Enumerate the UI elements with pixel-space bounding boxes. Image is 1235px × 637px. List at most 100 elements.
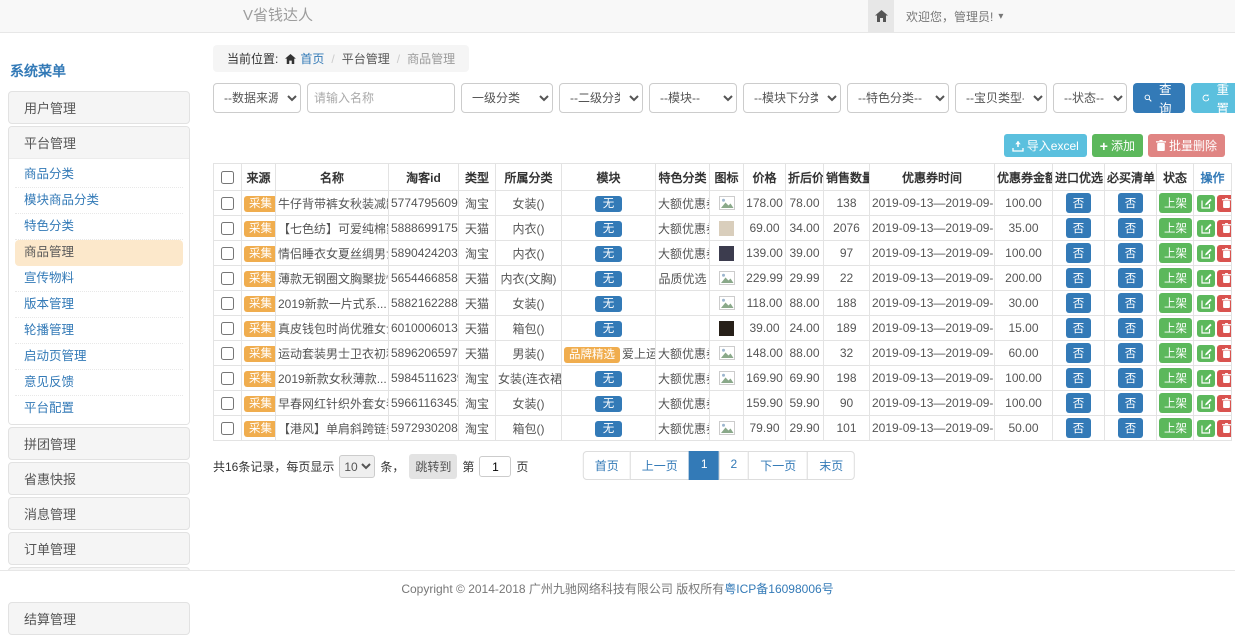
sidebar-panel[interactable]: 省惠快报: [9, 463, 189, 494]
page-button[interactable]: 2: [719, 451, 750, 480]
user-menu[interactable]: 欢迎您，管理员! ▾: [906, 0, 1003, 32]
row-checkbox[interactable]: [221, 247, 234, 260]
filter-category-l1-select[interactable]: 一级分类: [461, 83, 553, 113]
reset-button[interactable]: 重置: [1191, 83, 1235, 113]
sidebar-item[interactable]: 版本管理: [15, 292, 183, 318]
sidebar-panel[interactable]: 消息管理: [9, 498, 189, 529]
sidebar-panel[interactable]: 拼团管理: [9, 428, 189, 459]
sidebar-item[interactable]: 特色分类: [15, 214, 183, 240]
filter-status-select[interactable]: --状态--: [1053, 83, 1127, 113]
delete-button[interactable]: [1217, 345, 1232, 362]
sidebar-panel[interactable]: 用户管理: [9, 92, 189, 123]
import-select-toggle[interactable]: 否: [1066, 293, 1092, 313]
must-buy-toggle[interactable]: 否: [1118, 418, 1144, 438]
must-buy-toggle[interactable]: 否: [1118, 268, 1144, 288]
status-button[interactable]: 上架: [1159, 418, 1192, 438]
sidebar-item[interactable]: 商品分类: [15, 162, 183, 188]
import-select-toggle[interactable]: 否: [1066, 193, 1092, 213]
row-checkbox[interactable]: [221, 197, 234, 210]
delete-button[interactable]: [1217, 295, 1232, 312]
filter-feature-select[interactable]: --特色分类--: [847, 83, 949, 113]
row-checkbox[interactable]: [221, 322, 234, 335]
page-button[interactable]: 末页: [807, 451, 855, 480]
icp-link[interactable]: 粤ICP备16098006号: [724, 582, 833, 596]
jump-page-input[interactable]: [479, 456, 511, 477]
must-buy-toggle[interactable]: 否: [1118, 243, 1144, 263]
breadcrumb-section[interactable]: 平台管理: [342, 50, 390, 67]
import-select-toggle[interactable]: 否: [1066, 318, 1092, 338]
delete-button[interactable]: [1217, 420, 1232, 437]
sidebar-panel[interactable]: 订单管理: [9, 533, 189, 564]
import-select-toggle[interactable]: 否: [1066, 368, 1092, 388]
edit-button[interactable]: [1197, 220, 1215, 237]
edit-button[interactable]: [1197, 420, 1215, 437]
must-buy-toggle[interactable]: 否: [1118, 293, 1144, 313]
filter-name-input[interactable]: [307, 83, 455, 113]
page-button[interactable]: 下一页: [748, 451, 808, 480]
page-button[interactable]: 首页: [583, 451, 631, 480]
row-checkbox[interactable]: [221, 422, 234, 435]
status-button[interactable]: 上架: [1159, 193, 1192, 213]
sidebar-item[interactable]: 轮播管理: [15, 318, 183, 344]
delete-button[interactable]: [1217, 395, 1232, 412]
import-excel-button[interactable]: 导入excel: [1004, 134, 1087, 157]
page-button[interactable]: 上一页: [630, 451, 690, 480]
edit-button[interactable]: [1197, 195, 1215, 212]
row-checkbox[interactable]: [221, 372, 234, 385]
delete-button[interactable]: [1217, 370, 1232, 387]
row-checkbox[interactable]: [221, 397, 234, 410]
sidebar-item[interactable]: 启动页管理: [15, 344, 183, 370]
batch-delete-button[interactable]: 批量删除: [1148, 134, 1225, 157]
status-button[interactable]: 上架: [1159, 293, 1192, 313]
sidebar-panel[interactable]: 平台管理: [9, 127, 189, 159]
import-select-toggle[interactable]: 否: [1066, 418, 1092, 438]
status-button[interactable]: 上架: [1159, 243, 1192, 263]
sidebar-item[interactable]: 宣传物料: [15, 266, 183, 292]
home-button[interactable]: [868, 0, 894, 32]
import-select-toggle[interactable]: 否: [1066, 343, 1092, 363]
filter-module-select[interactable]: --模块--: [649, 83, 737, 113]
edit-button[interactable]: [1197, 345, 1215, 362]
edit-button[interactable]: [1197, 370, 1215, 387]
filter-category-l2-select[interactable]: --二级分类--: [559, 83, 643, 113]
per-page-select[interactable]: 10: [339, 455, 375, 478]
status-button[interactable]: 上架: [1159, 368, 1192, 388]
import-select-toggle[interactable]: 否: [1066, 268, 1092, 288]
search-button[interactable]: 查询: [1133, 83, 1185, 113]
row-checkbox[interactable]: [221, 222, 234, 235]
jump-button[interactable]: 跳转到: [409, 454, 457, 479]
sidebar-item[interactable]: 平台配置: [15, 396, 183, 421]
edit-button[interactable]: [1197, 245, 1215, 262]
sidebar-item[interactable]: 商品管理: [15, 240, 183, 266]
must-buy-toggle[interactable]: 否: [1118, 318, 1144, 338]
add-button[interactable]: + 添加: [1092, 134, 1143, 157]
row-checkbox[interactable]: [221, 272, 234, 285]
import-select-toggle[interactable]: 否: [1066, 243, 1092, 263]
must-buy-toggle[interactable]: 否: [1118, 193, 1144, 213]
edit-button[interactable]: [1197, 295, 1215, 312]
delete-button[interactable]: [1217, 320, 1232, 337]
sidebar-panel[interactable]: 结算管理: [9, 603, 189, 634]
select-all-checkbox[interactable]: [221, 171, 234, 184]
import-select-toggle[interactable]: 否: [1066, 393, 1092, 413]
edit-button[interactable]: [1197, 320, 1215, 337]
status-button[interactable]: 上架: [1159, 343, 1192, 363]
edit-button[interactable]: [1197, 270, 1215, 287]
sidebar-item[interactable]: 意见反馈: [15, 370, 183, 396]
row-checkbox[interactable]: [221, 347, 234, 360]
filter-data-source-select[interactable]: --数据来源--: [213, 83, 301, 113]
filter-module-sub-select[interactable]: --模块下分类--: [743, 83, 841, 113]
status-button[interactable]: 上架: [1159, 268, 1192, 288]
import-select-toggle[interactable]: 否: [1066, 218, 1092, 238]
status-button[interactable]: 上架: [1159, 393, 1192, 413]
delete-button[interactable]: [1217, 245, 1232, 262]
status-button[interactable]: 上架: [1159, 218, 1192, 238]
must-buy-toggle[interactable]: 否: [1118, 393, 1144, 413]
delete-button[interactable]: [1217, 270, 1232, 287]
page-button[interactable]: 1: [689, 451, 720, 480]
row-checkbox[interactable]: [221, 297, 234, 310]
delete-button[interactable]: [1217, 220, 1232, 237]
sidebar-item[interactable]: 模块商品分类: [15, 188, 183, 214]
filter-item-type-select[interactable]: --宝贝类型--: [955, 83, 1047, 113]
edit-button[interactable]: [1197, 395, 1215, 412]
